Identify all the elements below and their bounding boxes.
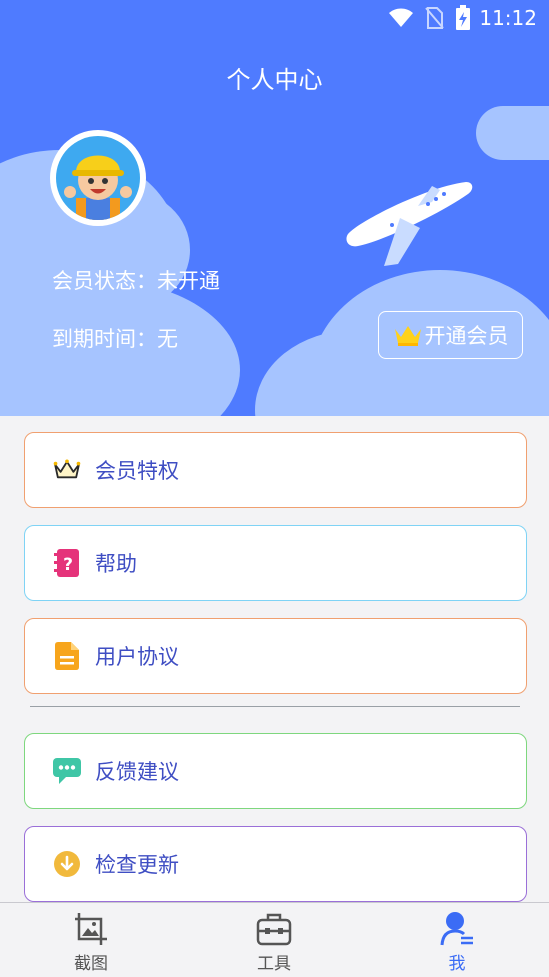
status-bar: 11:12 xyxy=(0,0,549,38)
cloud-decoration xyxy=(476,106,549,160)
menu-item-feedback[interactable]: 反馈建议 xyxy=(24,733,527,809)
crown-icon xyxy=(53,456,81,484)
battery-charging-icon xyxy=(456,5,470,30)
svg-text:?: ? xyxy=(63,555,73,575)
menu-item-user-agreement[interactable]: 用户协议 xyxy=(24,618,527,694)
worker-avatar-icon xyxy=(64,155,132,220)
menu-label: 反馈建议 xyxy=(95,760,179,784)
profile-icon xyxy=(440,912,473,946)
document-icon xyxy=(53,642,81,670)
no-sim-icon xyxy=(425,7,444,29)
chat-bubble-icon xyxy=(53,757,81,785)
avatar[interactable] xyxy=(50,130,146,226)
menu-label: 帮助 xyxy=(95,552,137,576)
menu-item-check-update[interactable]: 检查更新 xyxy=(24,826,527,902)
airplane-icon xyxy=(346,182,473,266)
screenshot-icon xyxy=(75,913,107,945)
menu-item-help[interactable]: ? 帮助 xyxy=(24,525,527,601)
menu-label: 会员特权 xyxy=(95,459,179,483)
tab-tools[interactable]: 工具 xyxy=(219,903,329,977)
expire-time: 到期时间：无 xyxy=(52,327,178,351)
menu-item-member-privileges[interactable]: 会员特权 xyxy=(24,432,527,508)
download-circle-icon xyxy=(53,850,81,878)
menu-label: 检查更新 xyxy=(95,853,179,877)
help-book-icon: ? xyxy=(53,549,81,577)
crown-icon xyxy=(394,326,421,346)
page-title: 个人中心 xyxy=(226,66,323,94)
status-time: 11:12 xyxy=(479,6,537,30)
tab-me[interactable]: 我 xyxy=(402,903,512,977)
section-divider xyxy=(30,706,520,707)
wifi-icon xyxy=(389,8,413,27)
tab-label: 我 xyxy=(448,954,466,974)
profile-header: 11:12 个人中心 会员状态：未开通 到期时间：无 开通会员 xyxy=(0,0,549,416)
menu-label: 用户协议 xyxy=(95,645,179,669)
tab-label: 截图 xyxy=(74,954,108,974)
bottom-tab-bar: 截图 工具 我 xyxy=(0,902,549,977)
member-status: 会员状态：未开通 xyxy=(52,269,220,293)
open-member-label: 开通会员 xyxy=(424,324,509,348)
tab-screenshot[interactable]: 截图 xyxy=(36,903,146,977)
tab-label: 工具 xyxy=(257,954,291,974)
open-member-button[interactable]: 开通会员 xyxy=(378,311,523,359)
toolbox-icon xyxy=(256,913,292,946)
